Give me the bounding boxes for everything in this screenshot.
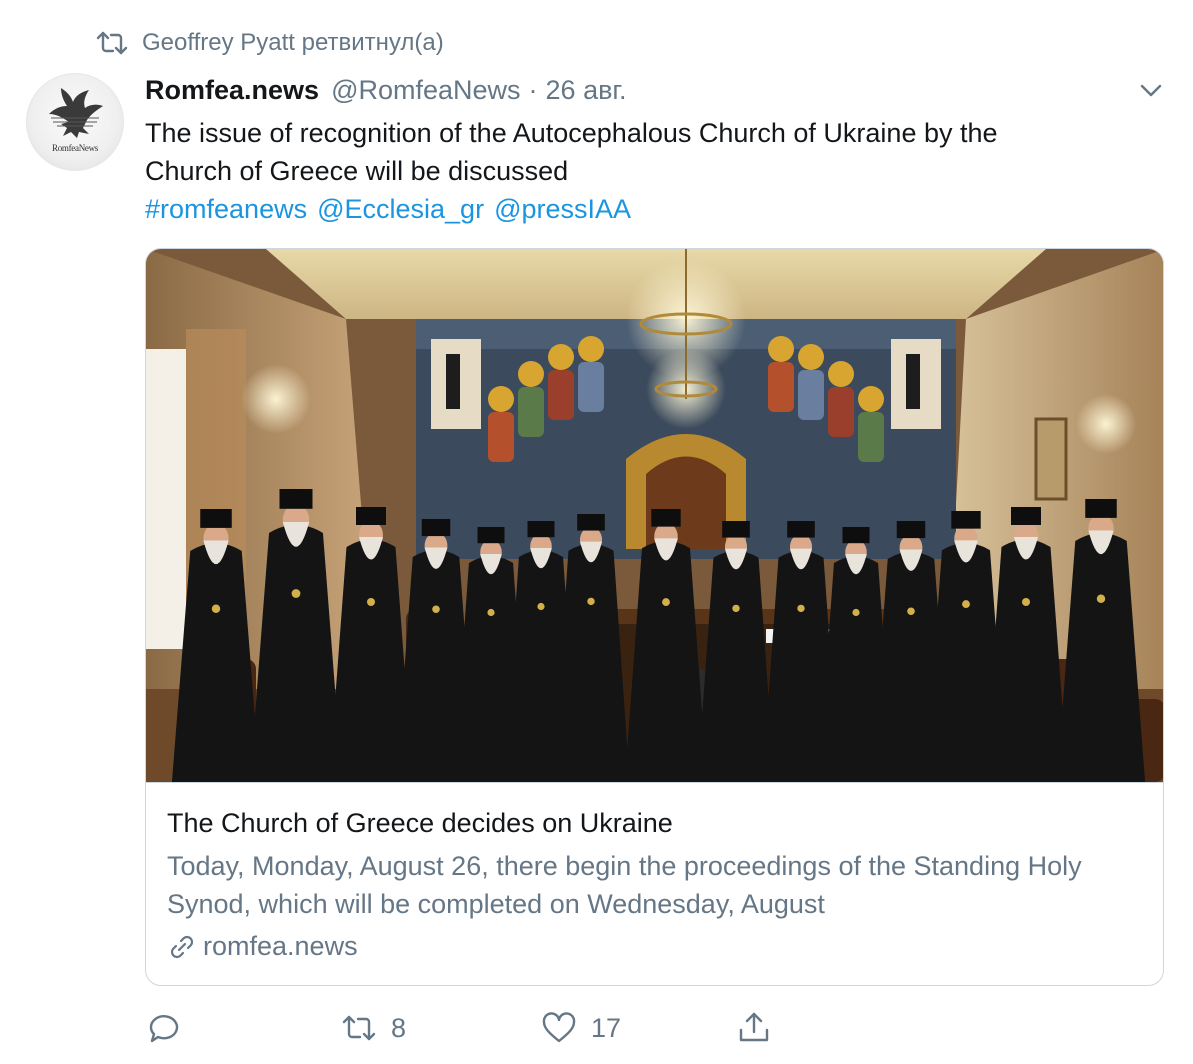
share-icon (739, 1012, 769, 1042)
link-card[interactable]: The Church of Greece decides on Ukraine … (145, 248, 1164, 986)
tweet-date[interactable]: 26 авг. (546, 75, 627, 106)
avatar[interactable]: RomfeaNews (26, 73, 124, 171)
tweet-actions: 8 17 (146, 1006, 786, 1050)
card-domain: romfea.news (167, 931, 358, 962)
retweet-count: 8 (391, 1012, 407, 1043)
tweet-text-line: The issue of recognition of the Autoceph… (145, 118, 998, 148)
card-domain-text: romfea.news (203, 931, 358, 961)
retweet-button[interactable]: 8 (341, 1006, 406, 1050)
avatar-label: RomfeaNews (52, 143, 98, 153)
share-button[interactable] (736, 1006, 772, 1050)
retweet-context: Geoffrey Pyatt ретвитнул(а) (96, 26, 444, 60)
tweet-tags: #romfeanews @Ecclesia_gr @pressIAA (145, 190, 641, 228)
heart-icon (542, 1012, 576, 1043)
retweet-icon (342, 1015, 376, 1041)
separator-dot: · (528, 74, 538, 105)
user-handle[interactable]: @RomfeaNews (331, 75, 520, 106)
display-name[interactable]: Romfea.news (145, 75, 319, 106)
card-description: Today, Monday, August 26, there begin th… (167, 851, 1082, 919)
card-body: The Church of Greece decides on Ukraine … (146, 782, 1163, 985)
hashtag-link[interactable]: #romfeanews (145, 194, 307, 224)
tweet-header: Romfea.news @RomfeaNews · 26 авг. (145, 70, 626, 110)
tweet-text-line: Church of Greece will be discussed (145, 156, 569, 186)
mention-link[interactable]: @Ecclesia_gr (317, 194, 484, 224)
reply-icon (149, 1015, 179, 1043)
like-count: 17 (591, 1012, 622, 1043)
eagle-logo-icon (49, 88, 103, 138)
retweet-context-text[interactable]: Geoffrey Pyatt ретвитнул(а) (142, 29, 444, 57)
reply-button[interactable] (146, 1006, 196, 1050)
card-title: The Church of Greece decides on Ukraine (167, 808, 673, 838)
retweet-icon (96, 31, 128, 55)
card-photo[interactable] (146, 249, 1164, 782)
chevron-down-icon[interactable] (1137, 78, 1165, 102)
like-button[interactable]: 17 (541, 1006, 621, 1050)
mention-link[interactable]: @pressIAA (494, 194, 631, 224)
tweet-text: The issue of recognition of the Autoceph… (145, 114, 1155, 190)
link-icon (170, 935, 194, 958)
